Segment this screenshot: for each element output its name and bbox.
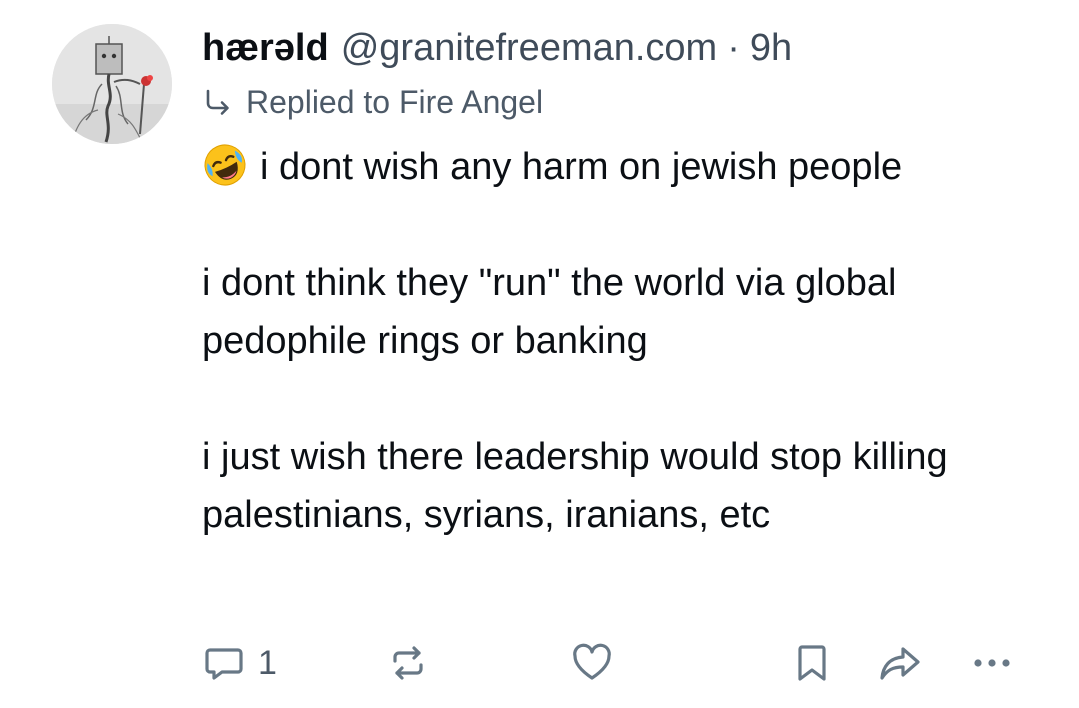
more-options-button[interactable] <box>970 638 1014 688</box>
bookmark-button[interactable] <box>790 638 834 688</box>
like-heart-icon <box>573 643 611 680</box>
repost-icon <box>393 646 423 680</box>
post-header: hærəld @granitefreeman.com · 9h <box>202 24 1042 72</box>
share-icon <box>880 647 920 680</box>
post-actions: 1 <box>202 638 1022 688</box>
post-time[interactable]: 9h <box>750 24 792 72</box>
share-button[interactable] <box>878 638 922 688</box>
author-handle[interactable]: @granitefreeman.com <box>341 24 718 72</box>
more-options-icon <box>974 659 1010 667</box>
post-paragraph-1: i dont wish any harm on jewish people <box>202 138 1042 196</box>
post-paragraph-1-text: i dont wish any harm on jewish people <box>260 146 903 188</box>
separator-dot: · <box>727 27 740 69</box>
avatar-image <box>52 24 172 144</box>
post: hærəld @granitefreeman.com · 9h Replied … <box>0 0 1079 708</box>
reply-count: 1 <box>258 644 277 682</box>
repost-button[interactable] <box>386 638 430 688</box>
replied-to[interactable]: Replied to Fire Angel <box>202 82 1042 122</box>
comment-icon <box>205 648 243 680</box>
like-button[interactable] <box>570 638 614 688</box>
post-paragraph-2: i dont think they "run" the world via gl… <box>202 262 897 362</box>
post-content: hærəld @granitefreeman.com · 9h Replied … <box>202 24 1042 544</box>
rolling-on-floor-laughing-emoji <box>204 144 246 186</box>
avatar[interactable] <box>52 24 172 144</box>
reply-arrow-icon <box>206 89 229 115</box>
author-display-name[interactable]: hærəld <box>202 24 329 72</box>
post-paragraph-3: i just wish there leadership would stop … <box>202 436 948 536</box>
reply-button[interactable]: 1 <box>202 638 277 688</box>
replied-to-label: Replied to Fire Angel <box>246 84 544 120</box>
post-text: i dont wish any harm on jewish people i … <box>202 138 1042 544</box>
bookmark-icon <box>798 645 826 681</box>
